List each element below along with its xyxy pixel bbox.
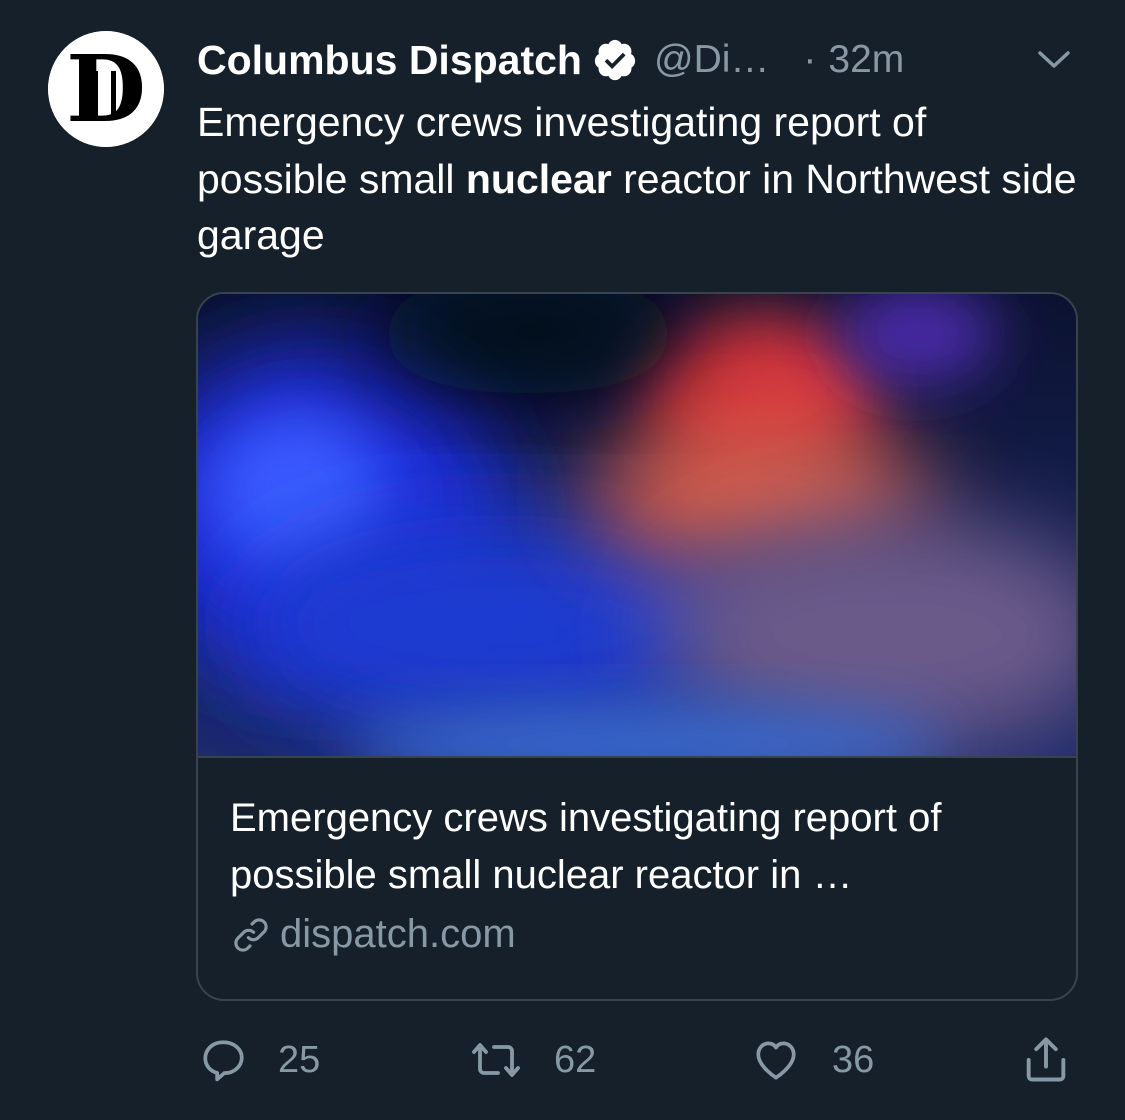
tweet-text-highlight: nuclear: [465, 155, 612, 202]
reply-count: 25: [278, 1038, 321, 1081]
link-card[interactable]: Emergency crews investigating report of …: [196, 292, 1078, 1001]
avatar[interactable]: D: [48, 31, 164, 147]
reply-icon: [203, 1040, 244, 1082]
display-name[interactable]: Columbus Dispatch: [197, 37, 582, 84]
avatar-logo-letter: D: [66, 35, 146, 143]
card-domain-text: dispatch.com: [280, 912, 516, 956]
card-domain: dispatch.com: [230, 912, 516, 957]
tweet-header: Columbus Dispatch @Di… · 32m: [197, 30, 1077, 90]
verified-badge-icon: [592, 37, 638, 83]
tweet[interactable]: D Columbus Dispatch @Di… · 32m Emergency…: [0, 0, 1125, 1120]
retweet-button[interactable]: 62: [468, 1030, 596, 1090]
chevron-down-icon[interactable]: [1034, 44, 1074, 76]
card-image: [198, 294, 1076, 756]
like-count: 36: [832, 1038, 875, 1081]
share-icon: [1026, 1037, 1066, 1082]
timestamp[interactable]: 32m: [828, 38, 904, 82]
retweet-icon: [472, 1043, 520, 1077]
tweet-text: Emergency crews investigating report of …: [197, 94, 1077, 264]
card-title: Emergency crews investigating report of …: [230, 796, 942, 897]
reply-button[interactable]: 25: [198, 1030, 320, 1090]
handle[interactable]: @Di…: [654, 38, 769, 82]
like-button[interactable]: 36: [750, 1030, 874, 1090]
share-button[interactable]: [1020, 1030, 1102, 1090]
action-bar: 25 62 36: [0, 1030, 1125, 1090]
separator-dot: ·: [803, 38, 817, 81]
link-icon: [230, 914, 272, 956]
card-divider: [198, 756, 1076, 758]
retweet-count: 62: [554, 1038, 597, 1081]
heart-icon: [756, 1041, 796, 1080]
